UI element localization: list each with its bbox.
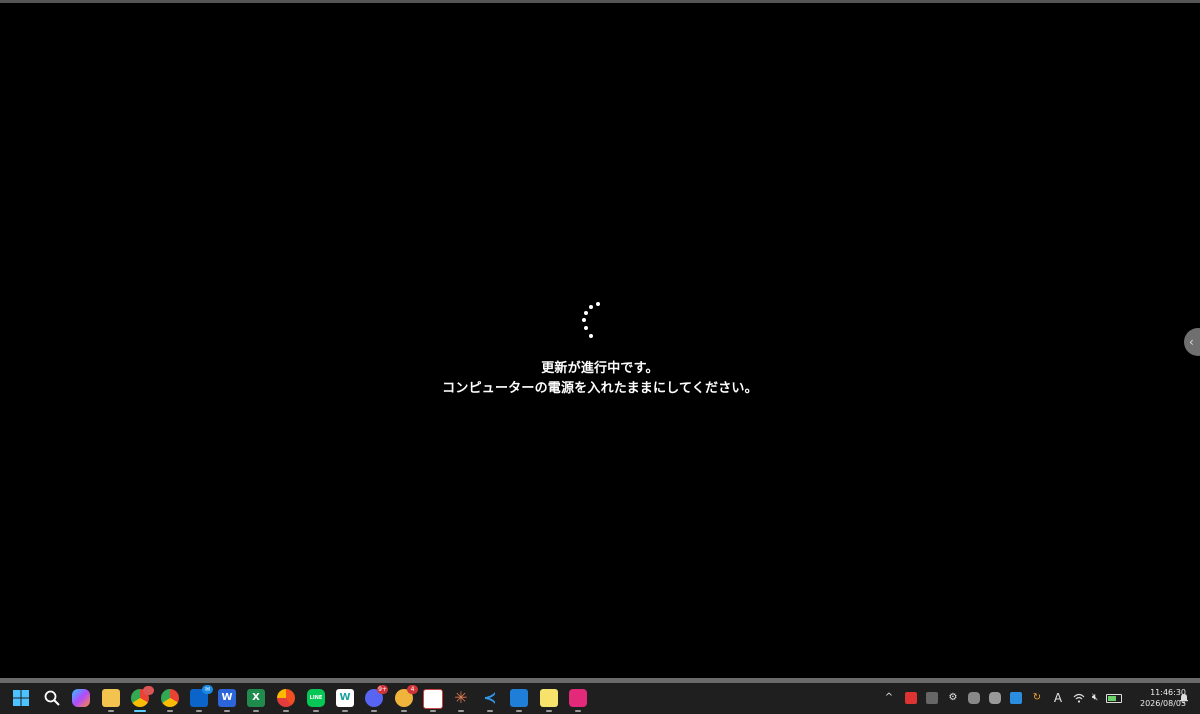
running-indicator bbox=[313, 710, 319, 712]
wifi-icon[interactable] bbox=[1073, 692, 1085, 704]
active-indicator bbox=[134, 710, 146, 712]
running-indicator bbox=[516, 710, 522, 712]
taskbar: ✉ W X LINE W 9+ 4 ✳ ≺ ^ ⚙ ↻ A 🔇︎ 11:46:3… bbox=[0, 683, 1200, 714]
pink-app-icon[interactable] bbox=[569, 689, 587, 707]
ime-mode-icon[interactable]: A bbox=[1052, 692, 1064, 704]
running-indicator bbox=[458, 710, 464, 712]
update-in-progress-text: 更新が進行中です。 bbox=[541, 361, 659, 376]
windows-start-icon[interactable] bbox=[12, 689, 30, 707]
discord-tray-icon[interactable] bbox=[968, 692, 980, 704]
volume-muted-icon[interactable]: 🔇︎ bbox=[1089, 692, 1101, 704]
sync-tray-icon[interactable]: ↻ bbox=[1031, 692, 1043, 704]
search-icon[interactable] bbox=[43, 689, 61, 707]
running-indicator bbox=[253, 710, 259, 712]
vscode-icon[interactable]: ≺ bbox=[481, 689, 499, 707]
photos-icon[interactable] bbox=[510, 689, 528, 707]
chrome-profile-icon[interactable] bbox=[161, 689, 179, 707]
file-explorer-icon[interactable] bbox=[102, 689, 120, 707]
pdf-tray-icon[interactable] bbox=[905, 692, 917, 704]
snipping-tool-icon[interactable] bbox=[423, 689, 443, 709]
discord-tray-icon-2[interactable] bbox=[989, 692, 1001, 704]
running-indicator bbox=[167, 710, 173, 712]
running-indicator bbox=[108, 710, 114, 712]
display-tray-icon[interactable] bbox=[1010, 692, 1022, 704]
running-indicator bbox=[401, 710, 407, 712]
running-indicator bbox=[342, 710, 348, 712]
running-indicator bbox=[196, 710, 202, 712]
sticky-notes-icon[interactable] bbox=[540, 689, 558, 707]
writing-app-icon[interactable]: W bbox=[336, 689, 354, 707]
windows-update-screen: 更新が進行中です。 コンピューターの電源を入れたままにしてください。 ‹ bbox=[0, 3, 1200, 678]
chat-app-icon[interactable]: 4 bbox=[395, 685, 418, 707]
monitor-tray-icon[interactable] bbox=[926, 692, 938, 704]
chrome-icon[interactable] bbox=[131, 686, 154, 707]
side-panel-handle-icon[interactable]: ‹ bbox=[1184, 328, 1200, 356]
running-indicator bbox=[546, 710, 552, 712]
running-indicator bbox=[371, 710, 377, 712]
loading-spinner-icon bbox=[576, 299, 602, 341]
line-icon[interactable]: LINE bbox=[307, 689, 325, 707]
running-indicator bbox=[430, 710, 436, 712]
discord-icon[interactable]: 9+ bbox=[365, 685, 388, 707]
running-indicator bbox=[575, 710, 581, 712]
copilot-icon[interactable] bbox=[72, 689, 90, 707]
running-indicator bbox=[224, 710, 230, 712]
claude-icon[interactable]: ✳ bbox=[452, 689, 470, 707]
outlook-icon[interactable]: ✉ bbox=[190, 685, 213, 707]
pie-app-icon[interactable] bbox=[277, 689, 295, 707]
running-indicator bbox=[283, 710, 289, 712]
show-hidden-icons-chevron-icon[interactable]: ^ bbox=[883, 692, 895, 704]
word-icon[interactable]: W bbox=[218, 689, 236, 707]
battery-icon[interactable] bbox=[1106, 694, 1122, 703]
notification-bell-icon[interactable] bbox=[1178, 692, 1190, 704]
running-indicator bbox=[487, 710, 493, 712]
excel-icon[interactable]: X bbox=[247, 689, 265, 707]
steam-tray-icon[interactable]: ⚙ bbox=[947, 692, 959, 704]
screen-frame: 更新が進行中です。 コンピューターの電源を入れたままにしてください。 ‹ ✉ W… bbox=[0, 0, 1200, 714]
keep-power-on-text: コンピューターの電源を入れたままにしてください。 bbox=[442, 381, 758, 396]
